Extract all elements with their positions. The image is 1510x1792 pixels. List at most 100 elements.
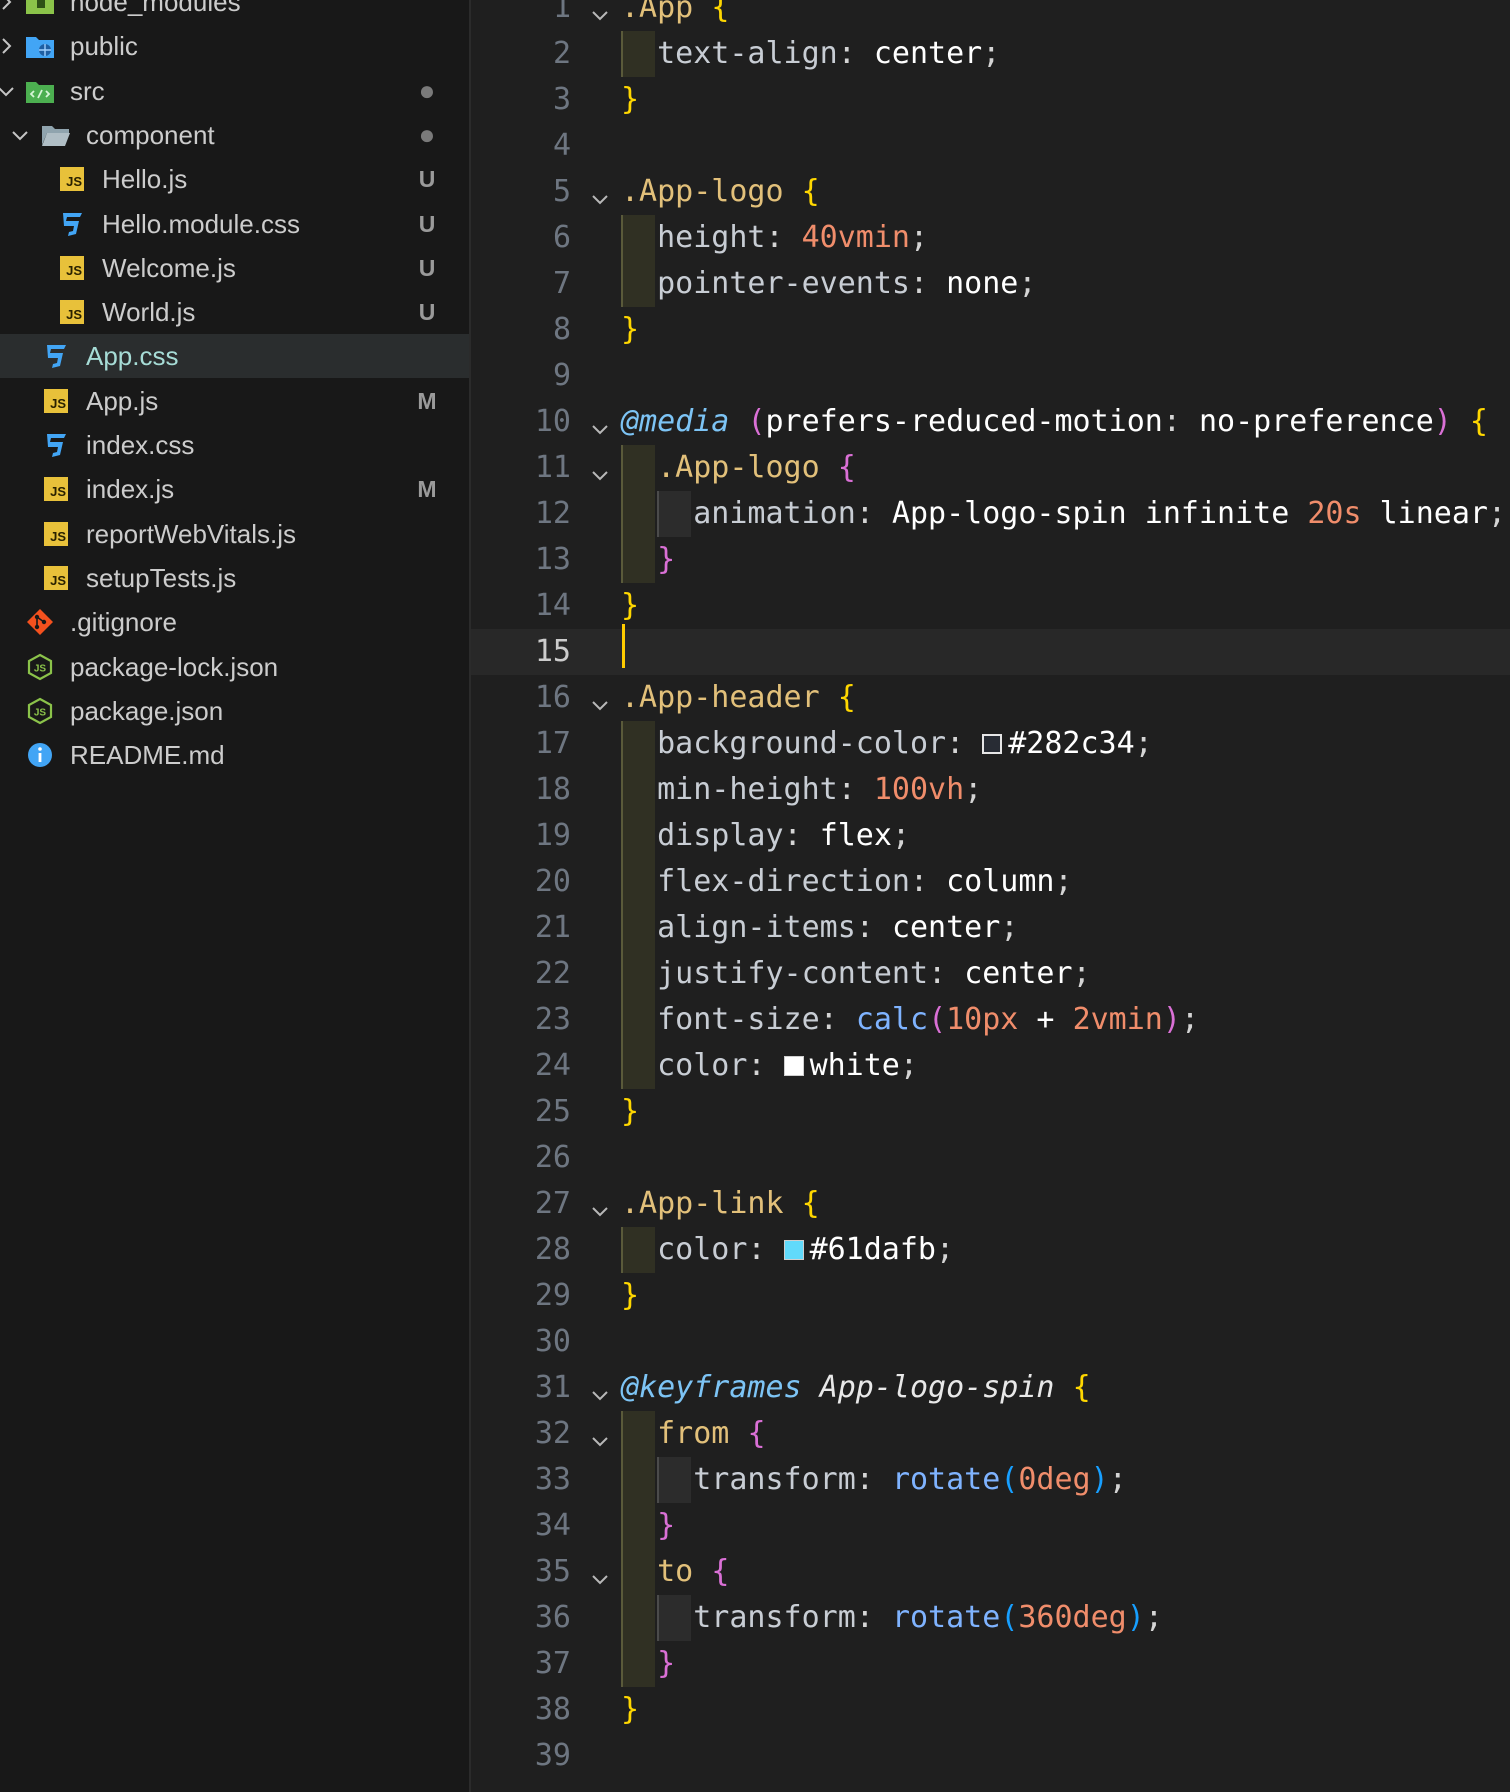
code-token: pointer-events <box>657 266 910 301</box>
code-token: 10px <box>946 1002 1019 1037</box>
chevron-right-icon[interactable] <box>0 0 20 16</box>
code-line[interactable]: 9 <box>471 353 1510 399</box>
code-line[interactable]: 17 background-color: #282c34; <box>471 721 1510 767</box>
code-line[interactable]: 7 pointer-events: none; <box>471 261 1510 307</box>
fold-chevron-icon[interactable] <box>588 685 614 711</box>
fold-chevron-icon[interactable] <box>588 1421 614 1447</box>
line-number: 39 <box>534 1738 571 1773</box>
chevron-down-icon[interactable] <box>0 77 20 105</box>
explorer-item[interactable]: JS Hello.js U <box>0 157 469 201</box>
code-token: ; <box>1144 1600 1163 1635</box>
code-line[interactable]: 26 <box>471 1135 1510 1181</box>
explorer-item[interactable]: .gitignore <box>0 600 469 644</box>
code-line[interactable]: 24 color: white; <box>471 1043 1510 1089</box>
explorer-item[interactable]: index.css <box>0 423 469 467</box>
code-text: transform: rotate(360deg); <box>621 1595 1163 1641</box>
code-token: { <box>801 174 820 209</box>
code-line[interactable]: 13 } <box>471 537 1510 583</box>
code-token: ; <box>982 36 1001 71</box>
code-line[interactable]: 20 flex-direction: column; <box>471 859 1510 905</box>
code-line[interactable]: 36 transform: rotate(360deg); <box>471 1595 1510 1641</box>
explorer-item[interactable]: node_modules <box>0 0 469 24</box>
chevron-right-icon[interactable] <box>0 32 20 60</box>
code-line[interactable]: 35 to { <box>471 1549 1510 1595</box>
code-token: justify-content <box>657 956 929 991</box>
code-line[interactable]: 3} <box>471 77 1510 123</box>
code-line[interactable]: 5 .App-logo { <box>471 169 1510 215</box>
code-token: ; <box>1108 1462 1127 1497</box>
code-line[interactable]: 14} <box>471 583 1510 629</box>
code-line[interactable]: 25} <box>471 1089 1510 1135</box>
code-text: flex-direction: column; <box>621 859 1072 905</box>
explorer-item[interactable]: src ● <box>0 69 469 113</box>
code-line[interactable]: 30 <box>471 1319 1510 1365</box>
code-line[interactable]: 28 color: #61dafb; <box>471 1227 1510 1273</box>
explorer-item-label: package-lock.json <box>70 651 279 682</box>
code-line[interactable]: 32 from { <box>471 1411 1510 1457</box>
explorer-item[interactable]: JS World.js U <box>0 290 469 334</box>
code-line[interactable]: 31 @keyframes App-logo-spin { <box>471 1365 1510 1411</box>
code-line[interactable]: 16 .App-header { <box>471 675 1510 721</box>
code-line[interactable]: 29} <box>471 1273 1510 1319</box>
code-line[interactable]: 10 @media (prefers-reduced-motion: no-pre… <box>471 399 1510 445</box>
code-token: ) <box>1433 404 1452 439</box>
code-text: animation: App-logo-spin infinite 20s li… <box>621 491 1506 537</box>
color-swatch[interactable] <box>783 1056 804 1076</box>
fold-chevron-icon[interactable] <box>588 1375 614 1401</box>
fold-chevron-icon[interactable] <box>588 0 614 21</box>
explorer-item-label: public <box>70 31 138 62</box>
code-line[interactable]: 1 .App { <box>471 0 1510 31</box>
fold-chevron-icon[interactable] <box>588 1559 614 1585</box>
code-line[interactable]: 8} <box>471 307 1510 353</box>
fold-chevron-icon[interactable] <box>588 179 614 205</box>
code-token: ; <box>964 772 983 807</box>
code-line[interactable]: 15 <box>471 629 1510 675</box>
chevron-down-icon[interactable] <box>6 121 34 149</box>
code-line[interactable]: 4 <box>471 123 1510 169</box>
code-line[interactable]: 2 text-align: center; <box>471 31 1510 77</box>
explorer-item[interactable]: README.md <box>0 733 469 777</box>
fold-chevron-icon[interactable] <box>588 1191 614 1217</box>
explorer-item[interactable]: JS Welcome.js U <box>0 246 469 290</box>
color-swatch[interactable] <box>982 734 1003 754</box>
explorer-item[interactable]: JS reportWebVitals.js <box>0 512 469 556</box>
code-line[interactable]: 34 } <box>471 1503 1510 1549</box>
explorer-item[interactable]: component ● <box>0 113 469 157</box>
explorer-item[interactable]: Hello.module.css U <box>0 202 469 246</box>
code-line[interactable]: 23 font-size: calc(10px + 2vmin); <box>471 997 1510 1043</box>
code-line[interactable]: 18 min-height: 100vh; <box>471 767 1510 813</box>
code-line[interactable]: 38} <box>471 1687 1510 1733</box>
code-line[interactable]: 33 transform: rotate(0deg); <box>471 1457 1510 1503</box>
line-number: 32 <box>534 1416 571 1451</box>
line-number: 26 <box>534 1140 571 1175</box>
code-line[interactable]: 12 animation: App-logo-spin infinite 20s… <box>471 491 1510 537</box>
line-number: 34 <box>534 1508 571 1543</box>
explorer-item[interactable]: JS App.js M <box>0 379 469 423</box>
explorer-item[interactable]: JS package.json <box>0 689 469 733</box>
explorer-item-label: README.md <box>70 740 225 771</box>
code-line[interactable]: 27 .App-link { <box>471 1181 1510 1227</box>
line-number: 33 <box>534 1462 571 1497</box>
explorer-item[interactable]: JS setupTests.js <box>0 556 469 600</box>
code-line[interactable]: 39 <box>471 1733 1510 1779</box>
explorer-item[interactable]: public <box>0 24 469 68</box>
code-text: font-size: calc(10px + 2vmin); <box>621 997 1199 1043</box>
code-line[interactable]: 37 } <box>471 1641 1510 1687</box>
code-line[interactable]: 6 height: 40vmin; <box>471 215 1510 261</box>
code-line[interactable]: 11 .App-logo { <box>471 445 1510 491</box>
fold-chevron-icon[interactable] <box>588 455 614 481</box>
code-line[interactable]: 19 display: flex; <box>471 813 1510 859</box>
color-swatch[interactable] <box>783 1240 804 1260</box>
explorer-item[interactable]: JS package-lock.json <box>0 645 469 689</box>
code-editor[interactable]: 1 .App {2 text-align: center; 3} 4 5 .App-log… <box>471 0 1510 1792</box>
code-line[interactable]: 21 align-items: center; <box>471 905 1510 951</box>
fold-chevron-icon[interactable] <box>588 409 614 435</box>
code-line[interactable]: 22 justify-content: center; <box>471 951 1510 997</box>
explorer-item[interactable]: App.css <box>0 334 469 379</box>
explorer-item[interactable]: JS index.js M <box>0 467 469 511</box>
code-token: ; <box>910 220 929 255</box>
